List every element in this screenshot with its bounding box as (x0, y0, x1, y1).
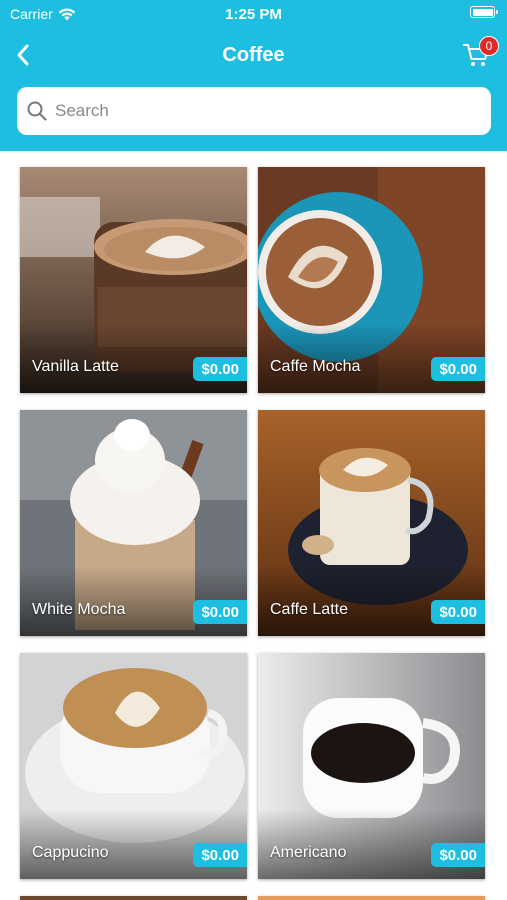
product-card-caffe-latte[interactable]: Caffe Latte $0.00 (258, 410, 485, 636)
search-bar[interactable] (17, 87, 491, 135)
page-title: Coffee (222, 44, 285, 66)
product-name: Caffe Mocha (270, 358, 361, 375)
product-price: $0.00 (193, 600, 247, 624)
product-name: Cappucino (32, 844, 109, 861)
product-card-cappucino[interactable]: Cappucino $0.00 (20, 653, 247, 879)
product-card-white-mocha[interactable]: White Mocha $0.00 (20, 410, 247, 636)
product-price: $0.00 (193, 357, 247, 381)
search-input[interactable] (55, 101, 455, 121)
product-card-next-right[interactable] (258, 896, 485, 900)
chevron-left-icon (17, 44, 29, 66)
status-time: 1:25 PM (225, 6, 282, 23)
product-card-americano[interactable]: Americano $0.00 (258, 653, 485, 879)
product-card-caffe-mocha[interactable]: Caffe Mocha $0.00 (258, 167, 485, 393)
back-button[interactable] (8, 38, 38, 72)
search-icon (27, 101, 47, 121)
battery-icon (470, 6, 498, 18)
product-price: $0.00 (431, 600, 485, 624)
product-name: Caffe Latte (270, 601, 348, 618)
status-bar: Carrier 1:25 PM (0, 4, 507, 26)
product-name: White Mocha (32, 601, 126, 618)
header-bar: Carrier 1:25 PM Coffee 0 (0, 0, 507, 151)
product-price: $0.00 (431, 357, 485, 381)
product-price: $0.00 (193, 843, 247, 867)
product-card-next-left[interactable] (20, 896, 247, 900)
product-name: Americano (270, 844, 347, 861)
cart-button[interactable]: 0 (459, 36, 499, 74)
cart-count-badge: 0 (479, 36, 499, 56)
nav-bar: Coffee 0 (0, 36, 507, 76)
product-card-vanilla-latte[interactable]: Vanilla Latte $0.00 (20, 167, 247, 393)
product-price: $0.00 (431, 843, 485, 867)
product-name: Vanilla Latte (32, 358, 119, 375)
